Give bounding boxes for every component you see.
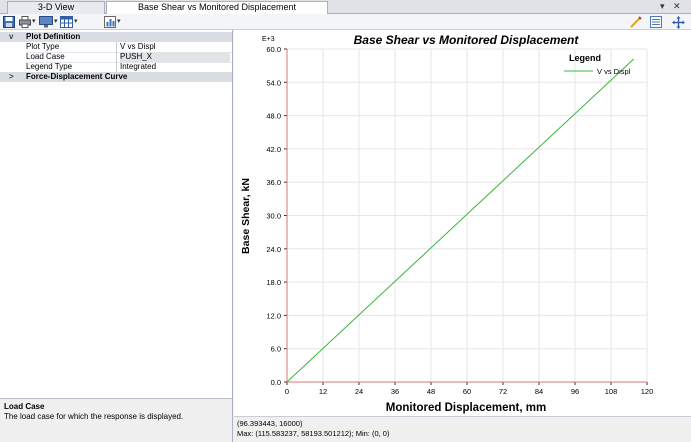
property-value[interactable]: V vs Displ (120, 42, 230, 52)
property-row-load-case[interactable]: Load Case PUSH_X (0, 52, 232, 62)
description-title: Load Case (4, 402, 45, 411)
series-layer (286, 58, 635, 383)
cursor-coordinates: (96.393443, 16000) (237, 419, 303, 428)
print-button[interactable]: ▾ (19, 15, 36, 29)
property-row-plot-type[interactable]: Plot Type V vs Displ (0, 42, 232, 52)
x-tick-label: 84 (535, 387, 543, 396)
category-force-displacement-curve[interactable]: > Force-Displacement Curve (0, 72, 232, 82)
tab-list-dropdown-icon[interactable]: ▾ (660, 1, 665, 12)
status-bar: (96.393443, 16000) Max: (115.583237, 581… (234, 416, 691, 442)
chevron-down-icon: ▾ (74, 18, 78, 25)
x-tick-label: 36 (391, 387, 399, 396)
close-tab-icon[interactable]: ✕ (673, 1, 681, 12)
y-tick-label: 24.0 (266, 245, 281, 254)
monitor-icon (39, 16, 53, 28)
properties-icon (650, 16, 662, 28)
x-tick-label: 120 (641, 387, 654, 396)
x-tick-label: 48 (427, 387, 435, 396)
pan-button[interactable] (672, 15, 685, 29)
x-tick-label: 0 (285, 387, 289, 396)
display-options-button[interactable]: ▾ (39, 15, 58, 29)
property-grid: v Plot Definition Plot Type V vs Displ L… (0, 30, 233, 442)
table-icon (60, 16, 73, 28)
pencil-icon (630, 16, 642, 28)
table-button[interactable]: ▾ (60, 15, 78, 29)
y-tick-label: 54.0 (266, 78, 281, 87)
y-tick-label: 48.0 (266, 112, 281, 121)
x-tick-label: 24 (355, 387, 363, 396)
y-axis-multiplier: E+3 (262, 36, 275, 43)
x-tick-label: 12 (319, 387, 327, 396)
category-label: Force-Displacement Curve (26, 72, 128, 81)
y-tick-label: 42.0 (266, 145, 281, 154)
y-axis-label: Base Shear, kN (240, 178, 252, 254)
printer-icon (19, 16, 31, 28)
draw-button[interactable] (630, 15, 642, 29)
x-tick-label: 72 (499, 387, 507, 396)
plot-properties-button[interactable] (650, 15, 662, 29)
chevron-down-icon: ▾ (117, 18, 121, 25)
x-tick-label: 60 (463, 387, 471, 396)
tab-3d-view[interactable]: 3-D View (7, 1, 105, 14)
x-axis-label: Monitored Displacement, mm (386, 402, 546, 414)
expand-icon[interactable]: > (9, 72, 14, 82)
legend-item-label: V vs Displ (597, 67, 631, 76)
property-value[interactable]: Integrated (120, 62, 230, 72)
y-tick-label: 12.0 (266, 311, 281, 320)
description-text: The load case for which the response is … (4, 412, 184, 421)
tab-base-shear-plot[interactable]: Base Shear vs Monitored Displacement (106, 1, 328, 15)
line-chart[interactable]: 0 12 24 36 48 60 72 84 96 108 120 0.0 6.0 12.0 18.0 24.… (234, 30, 691, 416)
chevron-down-icon: ▾ (54, 18, 58, 25)
property-key: Plot Type (26, 42, 117, 52)
chevron-down-icon: ▾ (32, 18, 36, 25)
legend-title: Legend (569, 53, 601, 63)
category-plot-definition[interactable]: v Plot Definition (0, 32, 232, 42)
bar-chart-icon (104, 16, 116, 28)
y-tick-label: 30.0 (266, 212, 281, 221)
y-tick-label: 0.0 (271, 378, 281, 387)
property-key: Legend Type (26, 62, 117, 72)
plot-toolbar: ▾ ▾ ▾ ▾ (0, 14, 691, 30)
legend[interactable]: Legend V vs Displ (564, 53, 631, 76)
y-tick-label: 18.0 (266, 278, 281, 287)
y-tick-label: 36.0 (266, 178, 281, 187)
move-icon (672, 15, 685, 29)
category-label: Plot Definition (26, 32, 81, 41)
property-value[interactable]: PUSH_X (120, 52, 230, 62)
series-line (286, 58, 635, 383)
collapse-icon[interactable]: v (9, 32, 13, 42)
y-tick-label: 60.0 (266, 45, 281, 54)
property-description-box: Load Case The load case for which the re… (0, 398, 232, 442)
document-tab-bar: 3-D View Base Shear vs Monitored Displac… (0, 0, 691, 15)
x-tick-label: 108 (605, 387, 618, 396)
property-key: Load Case (26, 52, 117, 62)
save-icon (3, 16, 15, 28)
x-tick-label: 96 (571, 387, 579, 396)
property-row-legend-type[interactable]: Legend Type Integrated (0, 62, 232, 72)
plot-canvas[interactable]: 0 12 24 36 48 60 72 84 96 108 120 0.0 6.0 12.0 18.0 24.… (234, 30, 691, 416)
save-button[interactable] (3, 15, 15, 29)
max-min-readout: Max: (115.583237, 58193.501212); Min: (0… (237, 429, 390, 438)
chart-options-button[interactable]: ▾ (104, 15, 121, 29)
y-tick-label: 6.0 (271, 345, 281, 354)
chart-title: Base Shear vs Monitored Displacement (354, 33, 580, 47)
